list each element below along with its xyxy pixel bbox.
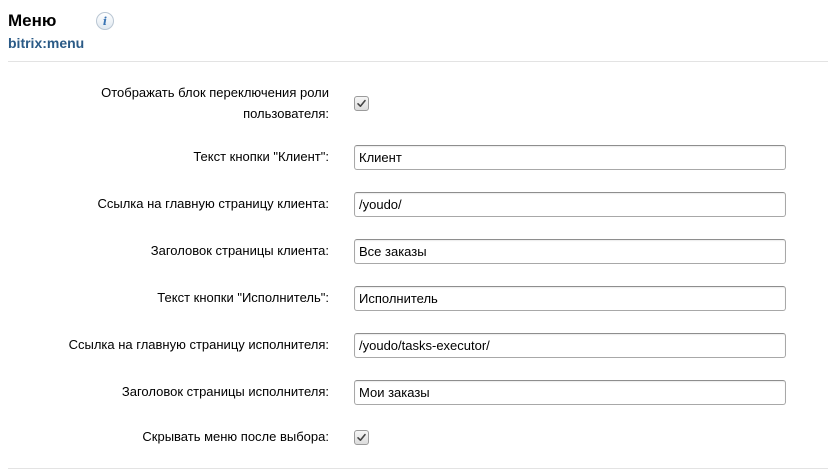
client-button-text-label: Текст кнопки "Клиент": — [193, 149, 329, 164]
client-button-text-input[interactable] — [354, 145, 786, 170]
divider — [8, 468, 828, 469]
show-role-switch-label: Отображать блок переключения роли пользо… — [101, 85, 329, 121]
executor-home-link-label: Ссылка на главную страницу исполнителя: — [68, 337, 329, 352]
hide-menu-after-select-label: Скрывать меню после выбора: — [142, 429, 329, 444]
executor-page-title-label: Заголовок страницы исполнителя: — [121, 384, 329, 399]
show-role-switch-checkbox[interactable] — [354, 96, 369, 111]
page-title: Меню — [8, 11, 57, 30]
info-icon[interactable]: i — [96, 12, 114, 30]
executor-button-text-label: Текст кнопки "Исполнитель": — [157, 290, 329, 305]
component-header: Меню i bitrix:menu — [8, 10, 828, 52]
client-home-link-label: Ссылка на главную страницу клиента: — [97, 196, 329, 211]
component-code: bitrix:menu — [8, 35, 85, 51]
client-page-title-label: Заголовок страницы клиента: — [150, 243, 329, 258]
divider — [8, 61, 828, 62]
executor-button-text-input[interactable] — [354, 286, 786, 311]
client-page-title-input[interactable] — [354, 239, 786, 264]
checkmark-icon — [357, 433, 366, 441]
executor-home-link-input[interactable] — [354, 333, 786, 358]
client-home-link-input[interactable] — [354, 192, 786, 217]
checkmark-icon — [357, 99, 366, 107]
hide-menu-after-select-checkbox[interactable] — [354, 430, 369, 445]
executor-page-title-input[interactable] — [354, 380, 786, 405]
